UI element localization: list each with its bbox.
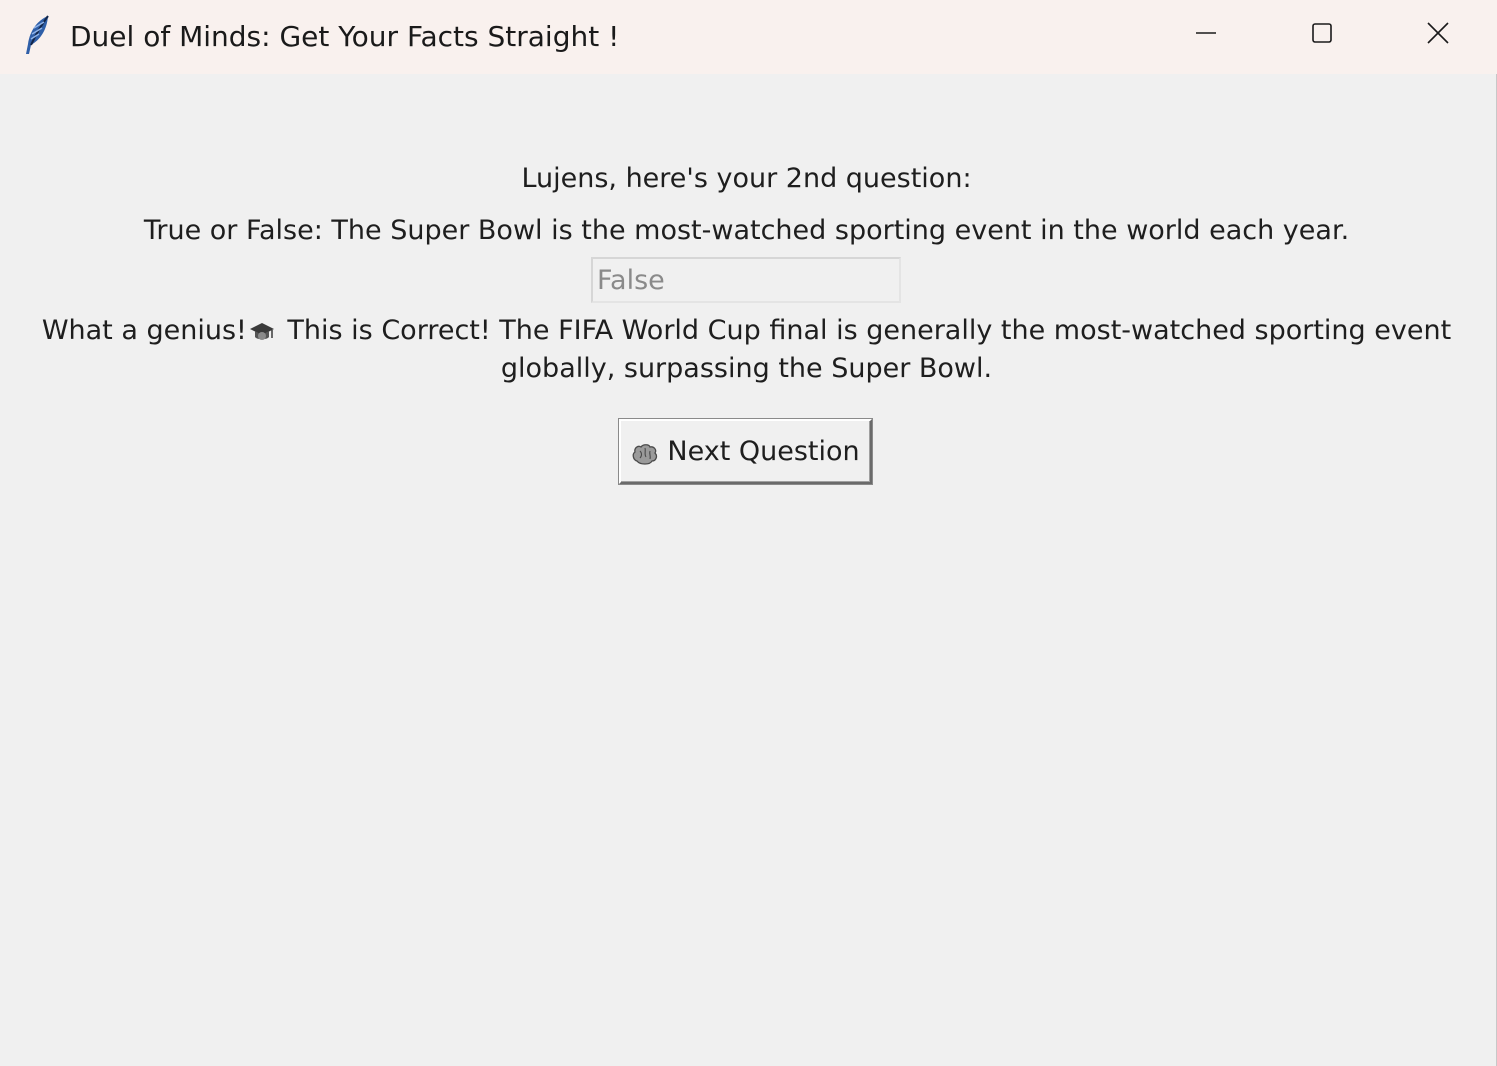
answer-input[interactable] — [591, 257, 901, 303]
close-button[interactable] — [1380, 0, 1496, 70]
app-window: Duel of Minds: Get Your Facts Straight !… — [0, 0, 1497, 1066]
question-greeting: Lujens, here's your 2nd question: — [521, 163, 972, 194]
feedback-rest: This is Correct! The FIFA World Cup fina… — [278, 315, 1452, 384]
window-title: Duel of Minds: Get Your Facts Straight ! — [70, 20, 620, 53]
maximize-icon — [1310, 21, 1334, 49]
feedback-prefix: What a genius! — [41, 315, 247, 346]
minimize-button[interactable] — [1148, 0, 1264, 70]
feather-icon — [20, 14, 54, 56]
next-question-button[interactable]: Next Question — [619, 419, 872, 484]
brain-icon — [631, 441, 659, 467]
feedback-message: What a genius! This is Correct! The FIFA… — [40, 312, 1453, 388]
title-bar[interactable]: Duel of Minds: Get Your Facts Straight ! — [0, 0, 1497, 74]
close-icon — [1426, 21, 1450, 49]
graduation-cap-icon — [249, 318, 275, 344]
quiz-panel: Lujens, here's your 2nd question: True o… — [0, 74, 1497, 1066]
minimize-icon — [1194, 21, 1218, 49]
next-question-label: Next Question — [667, 436, 860, 467]
question-text: True or False: The Super Bowl is the mos… — [143, 215, 1350, 246]
maximize-button[interactable] — [1264, 0, 1380, 70]
